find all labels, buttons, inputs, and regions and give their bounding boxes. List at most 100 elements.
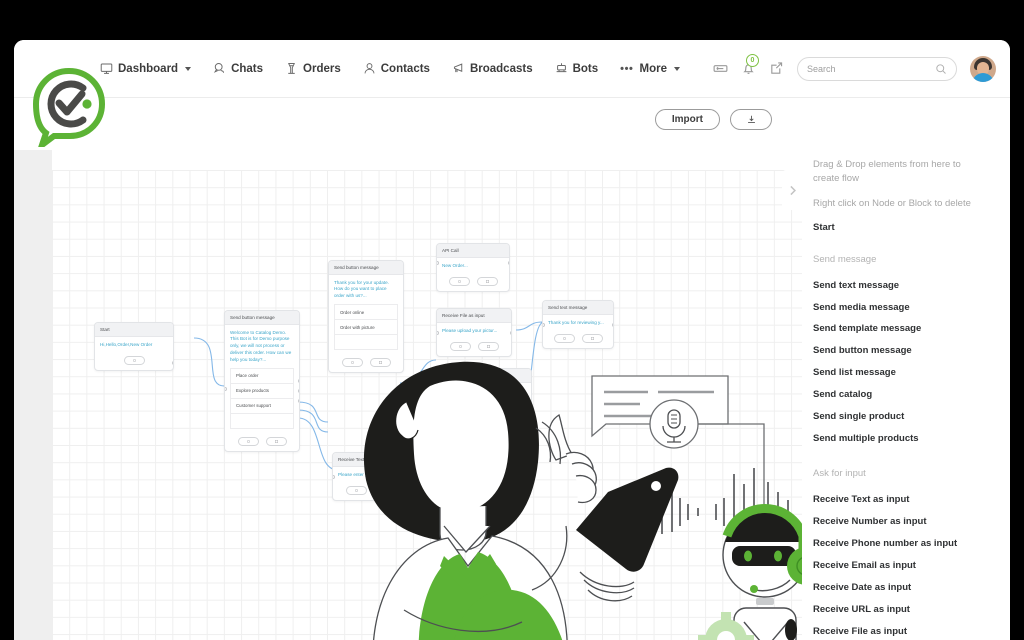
gear-icon-button[interactable]: [449, 342, 471, 352]
flow-node-send-button-message-1[interactable]: Send button message Welcome to Catalog D…: [224, 310, 300, 452]
gear-icon-button[interactable]: [123, 356, 145, 366]
chevron-right-icon: [789, 185, 796, 195]
nav-label: Dashboard: [118, 62, 179, 75]
nav-label: More: [639, 62, 667, 75]
panel-item-send-single-product[interactable]: Send single product: [813, 406, 1010, 428]
nav-item-bots[interactable]: Bots: [555, 62, 598, 75]
nav-item-contacts[interactable]: Contacts: [363, 62, 430, 75]
copy-icon-button[interactable]: [369, 358, 391, 368]
copy-icon-button[interactable]: [581, 334, 603, 344]
chevron-down-icon: [185, 66, 192, 71]
panel-item-receive-date-as-input[interactable]: Receive Date as input: [813, 577, 1010, 599]
node-port-out[interactable]: [611, 323, 613, 327]
flow-node-send-text-message[interactable]: Send text message Thank you for reviewin…: [542, 300, 614, 350]
node-port-out[interactable]: [509, 331, 511, 335]
node-port-out[interactable]: [171, 361, 173, 365]
gear-icon-button[interactable]: [468, 402, 490, 412]
nav-item-orders[interactable]: Orders: [285, 62, 341, 75]
search-input[interactable]: [807, 63, 929, 74]
node-port-out[interactable]: [405, 475, 407, 479]
copy-icon-button[interactable]: [373, 486, 395, 496]
flow-node-receive-file-as-input[interactable]: Receive File as input Please upload your…: [436, 308, 512, 358]
import-button[interactable]: Import: [654, 109, 720, 130]
node-option[interactable]: Explore products: [230, 382, 294, 398]
flow-node-start[interactable]: Start Hi,Hello,Order,New Order: [94, 322, 174, 372]
panel-item-send-multiple-products[interactable]: Send multiple products: [813, 428, 1010, 450]
gear-icon-button[interactable]: [341, 358, 363, 368]
nav-item-dashboard[interactable]: Dashboard: [100, 62, 192, 75]
copy-icon: [485, 280, 489, 284]
node-port-in[interactable]: [225, 387, 227, 391]
chat-check-logo[interactable]: [30, 65, 108, 147]
node-option[interactable]: Customer support: [230, 397, 294, 413]
copy-icon-button[interactable]: [477, 342, 499, 352]
avatar[interactable]: [970, 55, 996, 82]
flow-canvas[interactable]: Start Hi,Hello,Order,New Order Send butt…: [52, 170, 830, 640]
gear-icon-button[interactable]: [553, 334, 575, 344]
panel-item-send-list-message[interactable]: Send list message: [813, 363, 1010, 385]
node-text: Thank you for reviewing y...: [548, 319, 604, 325]
copy-icon-button[interactable]: [476, 277, 498, 287]
copy-icon-button[interactable]: [496, 402, 518, 412]
node-port-out[interactable]: [297, 379, 299, 383]
node-body: Thank you for your update. How do you wa…: [329, 275, 403, 355]
nav-item-broadcasts[interactable]: Broadcasts: [452, 62, 533, 75]
node-body: New Order...: [437, 258, 509, 274]
node-header: Receive File as input: [437, 309, 511, 323]
export-download-button[interactable]: [730, 109, 772, 130]
node-port-out[interactable]: [507, 261, 509, 265]
node-port-in[interactable]: [543, 323, 545, 327]
node-port-in[interactable]: [333, 475, 335, 479]
panel-item-receive-phone-number-as-input[interactable]: Receive Phone number as input: [813, 533, 1010, 555]
ellipsis-icon: •••: [620, 62, 634, 75]
flow-node-receive-text-as-input[interactable]: Receive Text as input Please enter your …: [332, 452, 408, 502]
nav-item-chats[interactable]: Chats: [213, 62, 263, 75]
keyboard-icon[interactable]: [713, 61, 728, 76]
node-port-in[interactable]: [437, 331, 439, 335]
panel-hint-drag-drop: Drag & Drop elements from here to create…: [813, 159, 961, 184]
node-body: Thank you for reviewing y...: [543, 315, 613, 331]
panel-item-receive-text-as-input[interactable]: Receive Text as input: [813, 490, 1010, 512]
panel-item-receive-url-as-input[interactable]: Receive URL as input: [813, 599, 1010, 621]
panel-item-receive-number-as-input[interactable]: Receive Number as input: [813, 511, 1010, 533]
panel-item-start[interactable]: Start: [813, 221, 1010, 235]
flow-node-api-call[interactable]: API Call New Order...: [436, 243, 510, 293]
gear-icon: [132, 359, 136, 363]
node-port-in[interactable]: [437, 261, 439, 265]
node-option[interactable]: Order with picture: [334, 319, 398, 335]
robot-icon: [555, 62, 568, 75]
panel-hint-right-click: Right click on Node or Block to delete: [813, 197, 971, 209]
search-box[interactable]: [797, 56, 957, 81]
copy-icon-button[interactable]: [265, 436, 287, 446]
flow-node-send-multiple-products[interactable]: Send multiple products All product group…: [454, 368, 532, 418]
node-port-out[interactable]: [297, 399, 299, 403]
gear-icon-button[interactable]: [237, 436, 259, 446]
flow-node-send-button-message-2[interactable]: Send button message Thank you for your u…: [328, 260, 404, 374]
panel-item-send-template-message[interactable]: Send template message: [813, 319, 1010, 341]
node-option[interactable]: Place order: [230, 367, 294, 383]
collapse-panel-button[interactable]: [782, 170, 802, 210]
node-body: Please upload your pictur...: [437, 323, 511, 339]
node-option[interactable]: Order online: [334, 304, 398, 320]
node-port-out[interactable]: [297, 389, 299, 393]
node-buttons: [329, 354, 403, 372]
gear-icon-button[interactable]: [448, 277, 470, 287]
elements-panel[interactable]: Drag & Drop elements from here to create…: [802, 144, 1010, 640]
bell-icon[interactable]: 0: [741, 54, 759, 76]
panel-item-receive-email-as-input[interactable]: Receive Email as input: [813, 555, 1010, 577]
panel-item-send-button-message[interactable]: Send button message: [813, 341, 1010, 363]
logo-dot: [82, 99, 92, 109]
node-option-empty[interactable]: [334, 334, 398, 351]
panel-item-receive-file-as-input[interactable]: Receive File as input: [813, 621, 1010, 640]
nav-item-more[interactable]: ••• More: [620, 63, 680, 75]
share-icon[interactable]: [769, 61, 784, 76]
panel-item-send-text-message[interactable]: Send text message: [813, 275, 1010, 297]
node-port-in[interactable]: [455, 389, 457, 393]
panel-item-send-media-message[interactable]: Send media message: [813, 297, 1010, 319]
node-option-empty[interactable]: [230, 412, 294, 429]
panel-item-send-catalog[interactable]: Send catalog: [813, 384, 1010, 406]
export-download-icon: [747, 115, 755, 124]
gear-icon-button[interactable]: [345, 486, 367, 496]
nav-label: Chats: [231, 62, 264, 75]
node-buttons: [543, 330, 613, 348]
